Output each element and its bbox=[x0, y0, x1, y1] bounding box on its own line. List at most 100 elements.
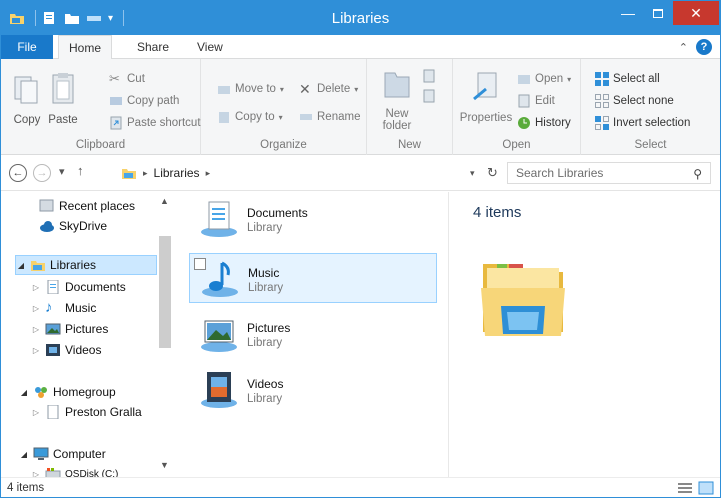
collapsed-arrow-icon[interactable]: ▷ bbox=[31, 283, 41, 292]
nav-item-libraries[interactable]: ◢ Libraries bbox=[15, 255, 157, 275]
invert-selection-button[interactable]: Invert selection bbox=[595, 113, 690, 133]
expanded-arrow-icon[interactable]: ◢ bbox=[19, 388, 29, 397]
new-group: New folder New bbox=[367, 59, 453, 155]
scissors-icon: ✂ bbox=[109, 71, 120, 86]
large-icons-view-icon[interactable] bbox=[698, 481, 714, 495]
rename-button[interactable]: Rename bbox=[299, 107, 360, 127]
paste-shortcut-icon bbox=[110, 116, 122, 130]
collapsed-arrow-icon[interactable]: ▷ bbox=[31, 470, 41, 478]
tab-view[interactable]: View bbox=[187, 35, 233, 59]
recent-places-icon bbox=[39, 199, 54, 212]
close-button[interactable]: ✕ bbox=[673, 1, 719, 25]
paste-shortcut-button[interactable]: Paste shortcut bbox=[109, 113, 201, 133]
nav-item-documents[interactable]: ▷ Documents bbox=[31, 277, 126, 297]
copy-path-button[interactable]: Copy path bbox=[109, 91, 179, 111]
user-icon bbox=[47, 405, 59, 419]
move-to-button[interactable]: Move to ▾ bbox=[217, 79, 284, 99]
address-history-chevron-icon[interactable]: ▾ bbox=[470, 168, 475, 179]
history-icon bbox=[518, 117, 530, 129]
navigation-pane: Recent places SkyDrive ◢ Libraries ▷ Doc… bbox=[1, 192, 173, 477]
tab-share[interactable]: Share bbox=[127, 35, 179, 59]
maximize-button[interactable] bbox=[643, 1, 673, 25]
paste-button[interactable]: Paste bbox=[41, 71, 85, 126]
new-folder-label-2: folder bbox=[382, 120, 412, 132]
nav-item-label: SkyDrive bbox=[59, 219, 108, 233]
nav-item-skydrive[interactable]: SkyDrive bbox=[39, 216, 107, 236]
chevron-down-icon: ▾ bbox=[567, 74, 572, 84]
expanded-arrow-icon[interactable]: ◢ bbox=[19, 450, 29, 459]
delete-button[interactable]: ✕ Delete ▾ bbox=[299, 79, 358, 99]
open-button[interactable]: Open ▾ bbox=[517, 69, 571, 89]
minimize-button[interactable]: — bbox=[613, 1, 643, 25]
nav-item-preston-gralla[interactable]: ▷ Preston Gralla bbox=[31, 402, 142, 422]
library-type: Library bbox=[247, 337, 283, 349]
history-button[interactable]: History bbox=[517, 113, 571, 133]
nav-item-homegroup[interactable]: ◢ Homegroup bbox=[19, 382, 116, 402]
delete-icon: ✕ bbox=[299, 81, 311, 97]
nav-item-music[interactable]: ▷ ♪ Music bbox=[31, 298, 96, 318]
cut-button[interactable]: ✂ Cut bbox=[109, 69, 145, 89]
search-icon[interactable]: ⚲ bbox=[693, 164, 702, 184]
list-item-pictures[interactable]: Pictures Library bbox=[189, 309, 437, 359]
up-arrow-icon[interactable]: ↑ bbox=[77, 163, 84, 178]
tab-home[interactable]: Home bbox=[58, 35, 113, 60]
breadcrumb-separator-icon[interactable]: ▸ bbox=[206, 168, 211, 179]
back-arrow-icon: ← bbox=[12, 167, 24, 179]
list-item-music[interactable]: Music Library bbox=[189, 253, 437, 303]
nav-item-computer[interactable]: ◢ Computer bbox=[19, 444, 106, 464]
open-group-label: Open bbox=[502, 139, 531, 151]
nav-item-label: Computer bbox=[53, 447, 106, 461]
select-none-button[interactable]: Select none bbox=[595, 91, 674, 111]
new-folder-label-1: New bbox=[385, 108, 409, 120]
drive-icon bbox=[45, 468, 61, 477]
address-row: ← → ▾ ↑ ▸ Libraries ▸ ▾ ↻ Search Librari… bbox=[1, 156, 720, 191]
scrollbar-thumb[interactable] bbox=[159, 236, 171, 348]
title-bar: ▾ Libraries — ✕ bbox=[1, 1, 720, 35]
collapse-ribbon-chevron-up-icon[interactable]: ⌃ bbox=[679, 41, 688, 54]
file-list: Documents Library Music Library Pictures… bbox=[173, 192, 448, 477]
new-item-icon[interactable] bbox=[421, 69, 439, 83]
expanded-arrow-icon[interactable]: ◢ bbox=[16, 261, 26, 270]
recent-locations-chevron-icon[interactable]: ▾ bbox=[59, 165, 65, 178]
close-icon: ✕ bbox=[690, 4, 702, 21]
nav-item-pictures[interactable]: ▷ Pictures bbox=[31, 319, 108, 339]
navigation-scrollbar[interactable]: ▲ ▼ bbox=[157, 192, 173, 477]
nav-item-label: Music bbox=[65, 301, 97, 315]
search-input[interactable]: Search Libraries ⚲ bbox=[507, 162, 711, 184]
collapsed-arrow-icon[interactable]: ▷ bbox=[31, 304, 41, 313]
new-folder-button[interactable]: New folder bbox=[375, 65, 419, 132]
nav-item-recent-places[interactable]: Recent places bbox=[39, 196, 135, 216]
collapsed-arrow-icon[interactable]: ▷ bbox=[31, 346, 41, 355]
scroll-up-icon[interactable]: ▲ bbox=[160, 196, 169, 206]
paste-icon bbox=[52, 73, 74, 104]
nav-item-osdisk[interactable]: ▷ OSDisk (C:) bbox=[31, 464, 118, 477]
list-item-videos[interactable]: Videos Library bbox=[189, 365, 437, 415]
tab-file[interactable]: File bbox=[1, 35, 53, 59]
edit-label: Edit bbox=[535, 95, 555, 107]
forward-button[interactable]: → bbox=[33, 164, 51, 182]
properties-button[interactable]: Properties bbox=[459, 69, 513, 124]
address-bar[interactable]: ▸ Libraries ▸ ▾ ↻ bbox=[115, 162, 503, 184]
rename-icon bbox=[300, 114, 312, 120]
back-button[interactable]: ← bbox=[9, 164, 27, 182]
collapsed-arrow-icon[interactable]: ▷ bbox=[31, 408, 41, 417]
search-placeholder: Search Libraries bbox=[516, 166, 604, 180]
easy-access-icon[interactable] bbox=[421, 89, 439, 103]
breadcrumb-libraries[interactable]: Libraries bbox=[154, 166, 200, 180]
new-group-label: New bbox=[397, 139, 421, 151]
collapsed-arrow-icon[interactable]: ▷ bbox=[31, 325, 41, 334]
copy-to-button[interactable]: Copy to ▾ bbox=[217, 107, 283, 127]
refresh-icon[interactable]: ↻ bbox=[487, 165, 498, 181]
select-group-label: Select bbox=[634, 139, 667, 151]
details-view-icon[interactable] bbox=[677, 481, 693, 495]
select-all-button[interactable]: Select all bbox=[595, 69, 660, 89]
libraries-icon bbox=[122, 169, 136, 179]
maximize-icon bbox=[653, 8, 663, 18]
nav-item-videos[interactable]: ▷ Videos bbox=[31, 340, 102, 360]
scroll-down-icon[interactable]: ▼ bbox=[160, 460, 169, 470]
help-icon[interactable]: ? bbox=[696, 39, 712, 55]
properties-label: Properties bbox=[459, 112, 513, 124]
list-item-documents[interactable]: Documents Library bbox=[189, 194, 437, 244]
documents-library-icon bbox=[201, 201, 237, 237]
edit-button[interactable]: Edit bbox=[517, 91, 555, 111]
